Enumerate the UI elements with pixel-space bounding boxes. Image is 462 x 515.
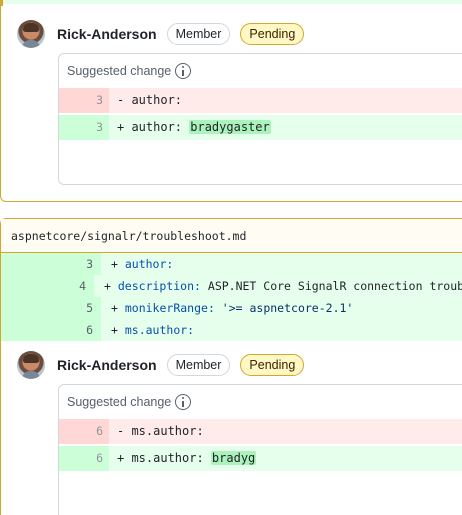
member-badge: Member xyxy=(166,23,231,45)
author-name[interactable]: Rick-Anderson xyxy=(57,26,157,42)
yaml-value: ASP.NET Core SignalR connection troubl xyxy=(200,279,462,293)
comment-header: Rick-Anderson Member Pending xyxy=(17,349,305,381)
line-number: 5 xyxy=(1,297,101,319)
yaml-key: description: xyxy=(117,279,201,293)
author-name[interactable]: Rick-Anderson xyxy=(57,357,157,373)
line-number: 3 xyxy=(59,115,109,140)
suggested-change-label: Suggested change xyxy=(67,395,172,409)
added-code: + ms.author: bradyg xyxy=(109,446,462,471)
suggested-change-label: Suggested change xyxy=(67,64,172,78)
plus-sign: + xyxy=(111,301,125,315)
added-code-prefix: + ms.author: xyxy=(117,451,211,465)
line-code: + ms.author: xyxy=(101,319,462,341)
added-highlight: bradygaster xyxy=(189,120,271,134)
file-diff-lines: 3 + author: 4 + description: ASP.NET Cor… xyxy=(1,253,462,341)
removed-line: 6 - ms.author: xyxy=(59,419,462,444)
added-highlight: bradyg xyxy=(210,451,257,465)
line-code: + author: xyxy=(101,253,462,275)
removed-code: - ms.author: xyxy=(109,419,462,444)
diff-line: 3 + author: xyxy=(1,253,462,275)
plus-sign: + xyxy=(111,323,125,337)
comment-header: Rick-Anderson Member Pending xyxy=(17,18,305,50)
added-line: 6 + ms.author: bradyg xyxy=(59,446,462,471)
removed-line: 3 - author: xyxy=(59,88,462,113)
pending-badge: Pending xyxy=(240,23,305,45)
line-number: 3 xyxy=(1,253,101,275)
added-code-prefix: + author: xyxy=(117,120,190,134)
suggested-change-header: Suggested change xyxy=(59,54,462,88)
pending-badge: Pending xyxy=(240,354,305,376)
added-code: + author: bradygaster xyxy=(109,115,462,140)
line-number: 6 xyxy=(1,319,101,341)
suggested-change-header: Suggested change xyxy=(59,385,462,419)
added-line: 3 + author: bradygaster xyxy=(59,115,462,140)
line-number: 4 xyxy=(1,275,95,297)
line-code: + description: ASP.NET Core SignalR conn… xyxy=(94,275,462,297)
previous-diff-added-row xyxy=(0,0,462,4)
review-comment-card: Rick-Anderson Member Pending Suggested c… xyxy=(0,6,462,202)
line-number: 6 xyxy=(59,446,109,471)
file-review-card: aspnetcore/signalr/troubleshoot.md 3 + a… xyxy=(0,218,462,515)
avatar[interactable] xyxy=(17,351,45,379)
file-path[interactable]: aspnetcore/signalr/troubleshoot.md xyxy=(1,219,462,253)
member-badge: Member xyxy=(166,354,231,376)
yaml-key: author: xyxy=(124,257,174,271)
yaml-key: monikerRange: xyxy=(124,301,215,315)
line-number: 3 xyxy=(59,88,109,113)
suggested-change-box: Suggested change 3 - author: 3 + author:… xyxy=(58,53,462,185)
yaml-value: '>= aspnetcore-2.1' xyxy=(214,301,354,315)
info-icon[interactable] xyxy=(175,63,192,79)
line-code: + monikerRange: '>= aspnetcore-2.1' xyxy=(101,297,462,319)
info-icon[interactable] xyxy=(175,394,192,410)
plus-sign: + xyxy=(111,257,125,271)
diff-line: 4 + description: ASP.NET Core SignalR co… xyxy=(1,275,462,297)
removed-code: - author: xyxy=(109,88,462,113)
suggested-change-box: Suggested change 6 - ms.author: 6 + ms.a… xyxy=(58,384,462,515)
diff-line: 5 + monikerRange: '>= aspnetcore-2.1' xyxy=(1,297,462,319)
yaml-key: ms.author: xyxy=(124,323,195,337)
avatar[interactable] xyxy=(17,20,45,48)
diff-line: 6 + ms.author: xyxy=(1,319,462,341)
plus-sign: + xyxy=(104,279,118,293)
line-number: 6 xyxy=(59,419,109,444)
